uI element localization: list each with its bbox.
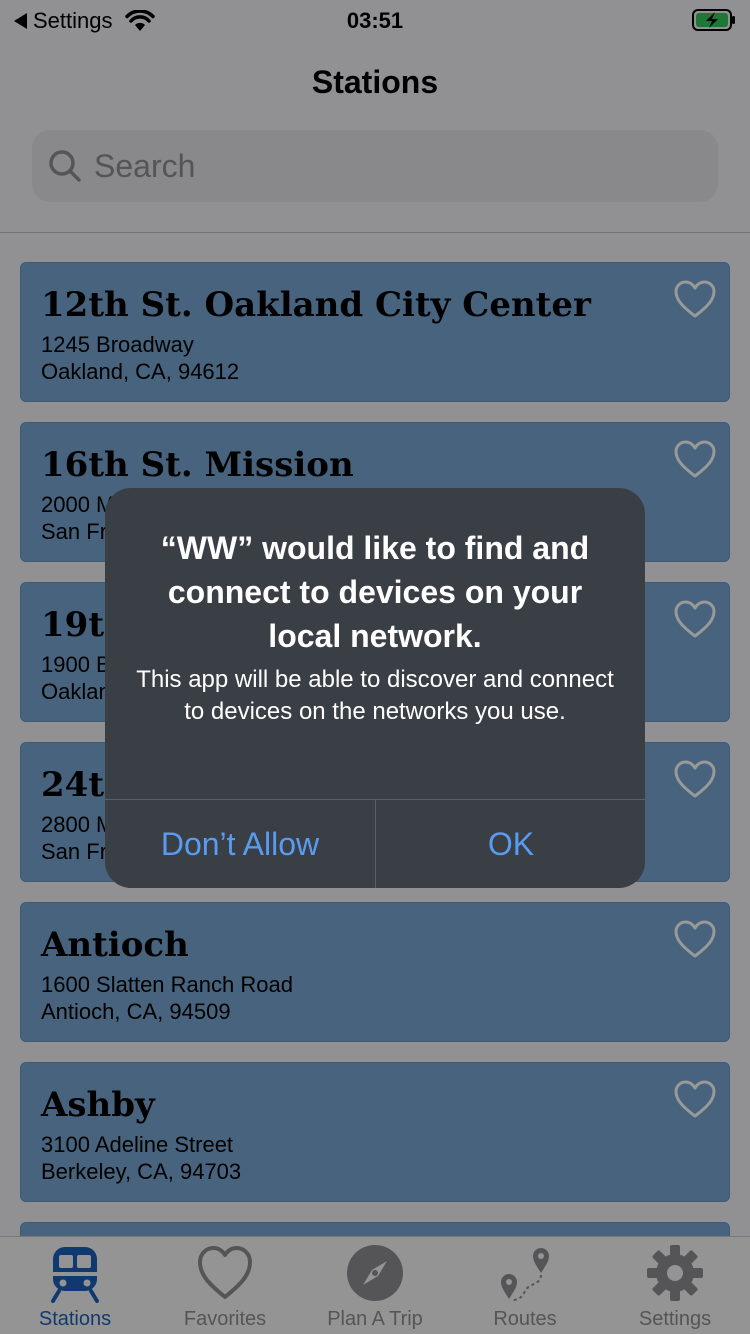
dont-allow-button[interactable]: Don’t Allow — [105, 800, 375, 888]
local-network-permission-alert: “WW” would like to find and connect to d… — [105, 488, 645, 888]
ok-button[interactable]: OK — [376, 800, 645, 888]
alert-title: “WW” would like to find and connect to d… — [160, 530, 590, 654]
alert-message: This app will be able to discover and co… — [136, 666, 614, 725]
